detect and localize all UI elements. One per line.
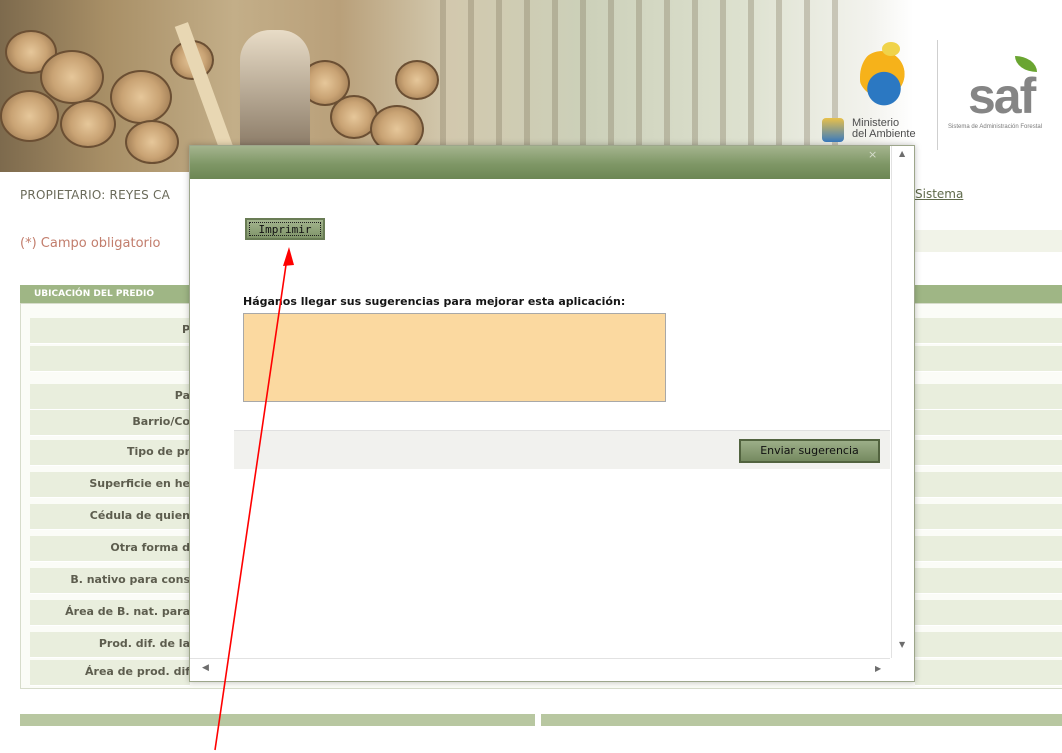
saf-subtitle: Sistema de Administración Forestal xyxy=(948,124,1043,130)
form-row-value[interactable] xyxy=(915,410,1062,436)
close-icon[interactable]: × xyxy=(868,148,877,161)
form-row: Otra forma d xyxy=(30,536,190,562)
form-row: Pa xyxy=(30,384,190,410)
form-row-label: Área de prod. dif xyxy=(85,665,190,678)
worker-figure xyxy=(240,30,310,150)
form-row-label: B. nativo para cons xyxy=(70,573,190,586)
scroll-up-icon[interactable]: ▲ xyxy=(899,149,905,158)
form-row-value[interactable] xyxy=(915,660,1062,686)
system-link[interactable]: Sistema xyxy=(915,187,963,201)
coat-of-arms-icon xyxy=(822,118,844,142)
form-row-value[interactable] xyxy=(915,504,1062,530)
horizontal-scrollbar[interactable]: ◀ ▶ xyxy=(190,658,890,681)
form-row-value[interactable] xyxy=(915,600,1062,626)
ministerio-line2: del Ambiente xyxy=(852,128,916,140)
required-strip xyxy=(910,230,1062,252)
form-row: Tipo de pr xyxy=(30,440,190,466)
form-row: Cédula de quien xyxy=(30,504,190,530)
form-row-value[interactable] xyxy=(915,632,1062,658)
form-row-value[interactable] xyxy=(915,472,1062,498)
form-row: B. nativo para cons xyxy=(30,568,190,594)
form-row: Área de prod. dif xyxy=(30,660,190,686)
form-row: P xyxy=(30,318,190,344)
ecuador-emblem-icon xyxy=(860,42,908,106)
form-row-label: Pa xyxy=(174,389,190,402)
scroll-down-icon[interactable]: ▼ xyxy=(899,640,905,649)
logo-divider xyxy=(937,40,938,150)
suggestion-textarea[interactable] xyxy=(243,313,666,402)
form-row-value[interactable] xyxy=(915,440,1062,466)
owner-label: PROPIETARIO: REYES CA xyxy=(20,188,171,202)
next-section-header-right xyxy=(541,714,1062,726)
form-row-label: Área de B. nat. para xyxy=(65,605,190,618)
form-row xyxy=(30,346,190,372)
form-row-value[interactable] xyxy=(915,346,1062,372)
scroll-right-icon[interactable]: ▶ xyxy=(875,664,881,673)
dialog-titlebar[interactable]: × xyxy=(190,146,890,179)
form-row-label: Superficie en he xyxy=(89,477,190,490)
required-note: (*) Campo obligatorio xyxy=(20,236,161,251)
saf-logo: saf xyxy=(968,68,1036,124)
form-row: Barrio/Co xyxy=(30,410,190,436)
form-row-label: Tipo de pr xyxy=(127,445,190,458)
form-row-label: Barrio/Co xyxy=(132,415,190,428)
suggestion-dialog: × ▲ ▼ ◀ ▶ Imprimir Háganos llegar sus su… xyxy=(189,145,915,682)
form-row: Área de B. nat. para xyxy=(30,600,190,626)
suggestion-label: Háganos llegar sus sugerencias para mejo… xyxy=(243,295,626,308)
send-suggestion-button[interactable]: Enviar sugerencia xyxy=(739,439,880,463)
form-row-value[interactable] xyxy=(915,384,1062,410)
section-title: UBICACIÓN DEL PREDIO xyxy=(34,289,154,299)
form-row: Prod. dif. de la xyxy=(30,632,190,658)
form-row-label: Cédula de quien xyxy=(89,509,190,522)
form-row-label: Otra forma d xyxy=(110,541,190,554)
form-row-value[interactable] xyxy=(915,568,1062,594)
next-section-header-left xyxy=(20,714,535,726)
scroll-left-icon[interactable]: ◀ xyxy=(202,663,209,673)
form-row-value[interactable] xyxy=(915,318,1062,344)
form-row: Superficie en he xyxy=(30,472,190,498)
form-row-label: Prod. dif. de la xyxy=(98,637,190,650)
print-button[interactable]: Imprimir xyxy=(245,218,325,240)
vertical-scrollbar[interactable]: ▲ ▼ xyxy=(891,146,914,658)
form-row-value[interactable] xyxy=(915,536,1062,562)
